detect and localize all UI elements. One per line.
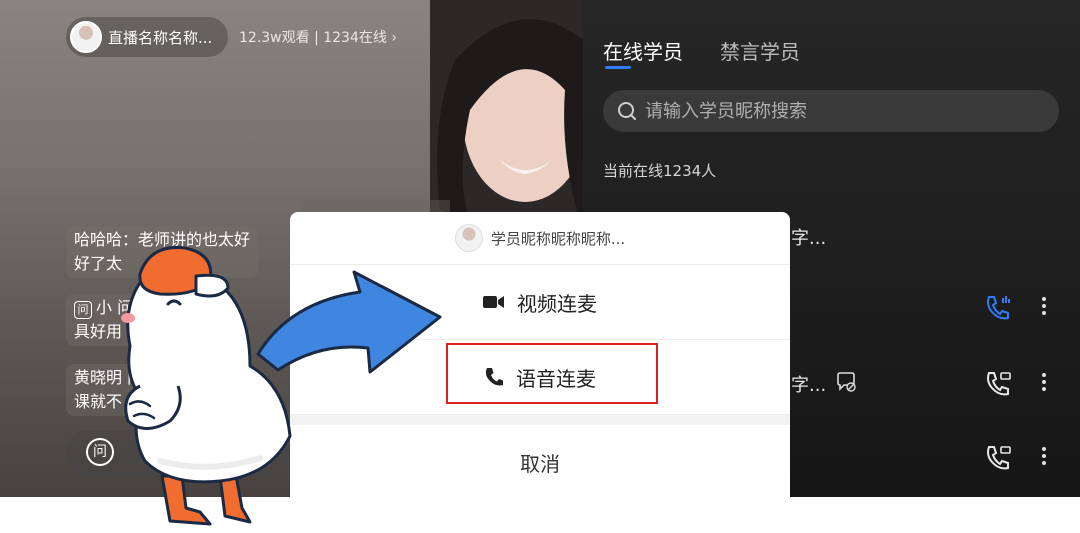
more-icon[interactable] xyxy=(1042,370,1048,394)
tab-muted-students[interactable]: 禁言学员 xyxy=(720,36,800,65)
tab-online-students[interactable]: 在线学员 xyxy=(603,36,683,65)
voice-mic-active-icon[interactable] xyxy=(983,294,1013,322)
student-name: 字... xyxy=(791,228,827,249)
student-search-box[interactable] xyxy=(603,90,1059,132)
view-stats[interactable]: 12.3w观看 | 1234在线 › xyxy=(239,27,397,47)
active-tab-indicator xyxy=(605,66,631,69)
host-avatar xyxy=(70,21,102,53)
search-input[interactable] xyxy=(643,99,1047,123)
call-request-icon[interactable] xyxy=(983,370,1013,398)
sheet-header: 学员昵称昵称昵称... xyxy=(290,212,790,265)
video-mic-label: 视频连麦 xyxy=(517,291,597,316)
online-count: 当前在线1234人 xyxy=(603,162,717,180)
muted-chat-icon xyxy=(837,372,856,392)
ask-tag-icon: 问 xyxy=(74,301,92,319)
more-icon[interactable] xyxy=(1042,444,1048,468)
sheet-divider xyxy=(290,415,790,425)
live-room-pill[interactable]: 直播名称名称... xyxy=(66,17,228,57)
cancel-button[interactable]: 取消 xyxy=(290,425,790,497)
search-icon xyxy=(618,102,636,120)
duck-mascot-illustration xyxy=(121,246,292,526)
room-name: 直播名称名称... xyxy=(108,28,213,47)
student-avatar xyxy=(454,224,483,252)
student-name: 字... xyxy=(791,375,827,396)
highlight-box xyxy=(446,343,658,404)
more-icon[interactable] xyxy=(1042,294,1048,318)
call-request-icon[interactable] xyxy=(983,444,1013,472)
sheet-title: 学员昵称昵称昵称... xyxy=(490,229,626,248)
video-camera-icon xyxy=(483,296,504,308)
